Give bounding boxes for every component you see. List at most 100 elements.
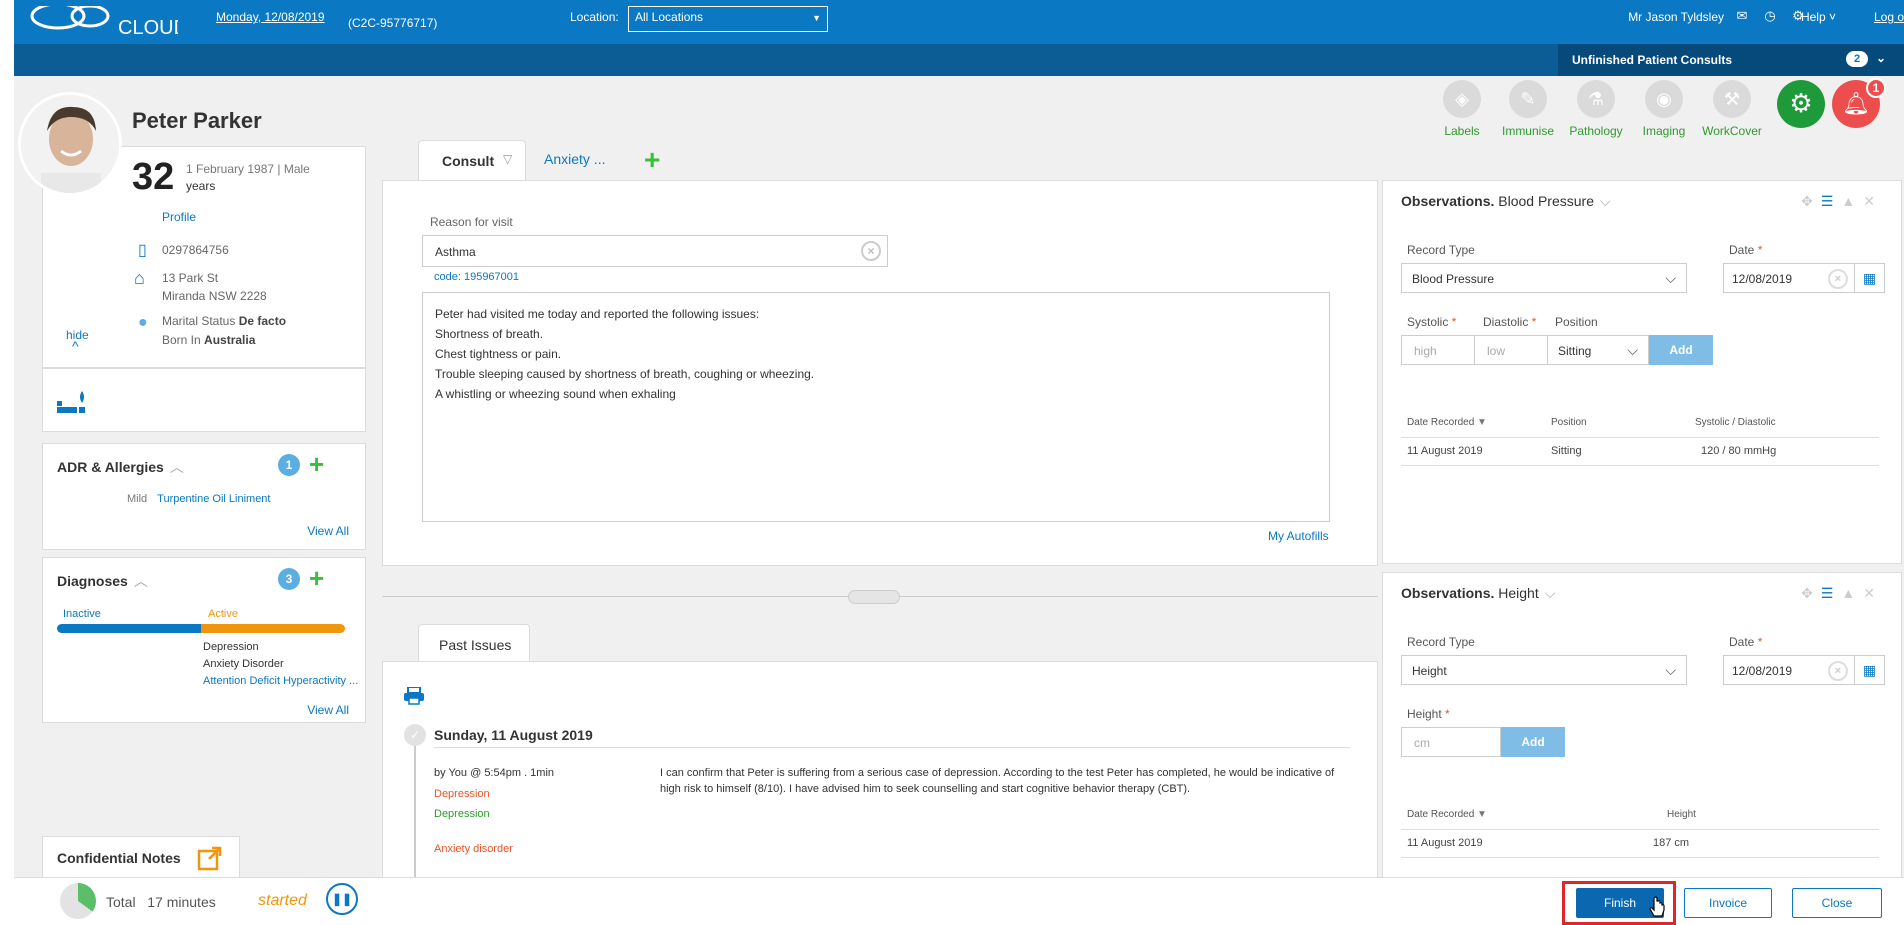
invoice-button[interactable]: Invoice: [1684, 888, 1772, 918]
close-button[interactable]: Close: [1792, 888, 1882, 918]
divider: [434, 747, 1350, 748]
active-label[interactable]: Active: [208, 608, 238, 620]
systolic-input[interactable]: high: [1401, 335, 1475, 365]
position-label: Position: [1555, 315, 1598, 329]
add-allergy-button[interactable]: +: [309, 451, 324, 477]
move-icon[interactable]: ✥: [1801, 585, 1821, 601]
patient-age-unit: years: [186, 179, 216, 193]
avatar: [18, 92, 122, 196]
chevron-down-icon[interactable]: ⌄: [1876, 51, 1886, 65]
allergies-count-badge: 1: [278, 454, 300, 476]
reason-for-visit-input[interactable]: Asthma ×: [422, 235, 888, 267]
past-issue-diagnosis[interactable]: Depression: [434, 808, 490, 820]
position-select[interactable]: Sitting ⌵: [1547, 335, 1649, 365]
date-value: 12/08/2019: [1732, 272, 1793, 286]
chart-icon[interactable]: ▲: [1841, 585, 1863, 601]
note-line: A whistling or wheezing sound when exhal…: [435, 387, 676, 401]
diagnoses-count-badge: 3: [278, 568, 300, 590]
external-link-icon[interactable]: [197, 845, 223, 871]
diagnosis-item[interactable]: Attention Deficit Hyperactivity ...: [203, 675, 358, 687]
date-input[interactable]: 12/08/2019 × ▦: [1723, 263, 1885, 293]
date-label: Date *: [1729, 243, 1763, 257]
unfinished-consults-label: Unfinished Patient Consults: [1572, 53, 1733, 67]
past-issue-diagnosis[interactable]: Depression: [434, 788, 490, 800]
consult-notes-textarea[interactable]: Peter had visited me today and reported …: [422, 292, 1330, 522]
chevron-down-icon: ⌵: [1627, 342, 1638, 358]
record-type-label: Record Type: [1407, 635, 1475, 649]
table-cell-position: Sitting: [1551, 445, 1582, 457]
list-icon[interactable]: ☰: [1821, 193, 1842, 209]
height-label: Height *: [1407, 707, 1450, 721]
chevron-up-icon[interactable]: ^: [72, 338, 79, 354]
allergy-item: Mild Turpentine Oil Liniment: [127, 493, 271, 505]
chart-icon[interactable]: ▲: [1841, 193, 1863, 209]
workcover-action[interactable]: ⚒ WorkCover: [1692, 80, 1772, 138]
help-menu[interactable]: Help ˅: [1801, 10, 1836, 24]
adr-allergies-title: ADR & Allergies ︿: [57, 459, 184, 475]
past-issue-note: I can confirm that Peter is suffering fr…: [660, 767, 1335, 795]
tab-past-issues[interactable]: Past Issues: [418, 624, 530, 662]
clock-icon[interactable]: ◷: [1762, 8, 1778, 24]
header-date[interactable]: Monday, 12/08/2019: [216, 10, 325, 24]
chevron-down-icon[interactable]: ▽: [503, 152, 512, 166]
record-type-select[interactable]: Height ⌵: [1401, 655, 1687, 685]
user-name[interactable]: Mr Jason Tyldsley: [1628, 10, 1724, 24]
diagnoses-panel: Diagnoses ︿ 3 + Inactive Active Depressio…: [42, 557, 366, 723]
eye-icon: ◉: [1645, 80, 1683, 118]
pause-button[interactable]: ❚❚: [326, 883, 358, 915]
column-date-recorded[interactable]: Date Recorded ▼: [1407, 809, 1487, 820]
tag-icon: ◈: [1443, 80, 1481, 118]
move-icon[interactable]: ✥: [1801, 193, 1821, 209]
settings-button[interactable]: ⚙: [1777, 80, 1825, 128]
past-issue-diagnosis[interactable]: Anxiety disorder: [434, 843, 513, 855]
table-divider: [1401, 465, 1879, 466]
app-frame: CLOUD Monday, 12/08/2019 (C2C-95776717) …: [14, 0, 1904, 925]
smoking-icon: [57, 391, 85, 413]
add-bp-button[interactable]: Add: [1649, 335, 1713, 365]
profile-link[interactable]: Profile: [162, 210, 196, 224]
microscope-icon: ⚗: [1577, 80, 1615, 118]
table-cell-value: 120 / 80 mmHg: [1701, 445, 1777, 457]
mail-icon[interactable]: ✉: [1734, 8, 1750, 24]
list-icon[interactable]: ☰: [1821, 585, 1842, 601]
tab-consult[interactable]: Consult ▽: [418, 140, 526, 180]
unfinished-consults-bar[interactable]: Unfinished Patient Consults 2 ⌄: [1558, 44, 1904, 76]
observation-title: Observations. Height ⌵: [1401, 585, 1556, 601]
patient-address-line1: 13 Park St: [162, 271, 219, 285]
calendar-icon[interactable]: ▦: [1854, 656, 1884, 684]
chevron-down-icon: ▼: [812, 13, 821, 23]
date-input[interactable]: 12/08/2019 × ▦: [1723, 655, 1885, 685]
tab-anxiety[interactable]: Anxiety ...: [544, 151, 605, 167]
clear-icon[interactable]: ×: [1828, 269, 1848, 289]
height-input[interactable]: cm: [1401, 727, 1501, 757]
column-date-recorded[interactable]: Date Recorded ▼: [1407, 417, 1487, 428]
diagnoses-title: Diagnoses ︿: [57, 573, 148, 589]
reason-for-visit-label: Reason for visit: [430, 215, 513, 229]
location-label: Location:: [570, 10, 619, 24]
print-icon[interactable]: [404, 687, 424, 705]
location-select[interactable]: All Locations ▼: [628, 6, 828, 32]
close-icon[interactable]: ✕: [1863, 585, 1883, 601]
table-divider: [1401, 437, 1879, 438]
add-diagnosis-button[interactable]: +: [309, 565, 324, 591]
logout-link[interactable]: Log o: [1874, 10, 1904, 24]
date-label: Date *: [1729, 635, 1763, 649]
my-autofills-link[interactable]: My Autofills: [1268, 529, 1329, 543]
allergies-view-all-link[interactable]: View All: [307, 524, 349, 538]
diagnoses-view-all-link[interactable]: View All: [307, 703, 349, 717]
reason-code[interactable]: code: 195967001: [434, 271, 519, 283]
notification-badge: 1: [1866, 78, 1886, 98]
calendar-icon[interactable]: ▦: [1854, 264, 1884, 292]
add-tab-button[interactable]: +: [644, 144, 660, 176]
resize-handle[interactable]: [848, 590, 900, 604]
tab-consult-label: Consult: [442, 153, 495, 169]
table-cell-date: 11 August 2019: [1407, 445, 1483, 457]
close-icon[interactable]: ✕: [1863, 193, 1883, 209]
diastolic-input[interactable]: low: [1474, 335, 1548, 365]
clear-icon[interactable]: ×: [861, 241, 881, 261]
inactive-label[interactable]: Inactive: [63, 608, 101, 620]
add-height-button[interactable]: Add: [1501, 727, 1565, 757]
record-type-select[interactable]: Blood Pressure ⌵: [1401, 263, 1687, 293]
clear-icon[interactable]: ×: [1828, 661, 1848, 681]
unfinished-consults-count: 2: [1846, 51, 1868, 67]
